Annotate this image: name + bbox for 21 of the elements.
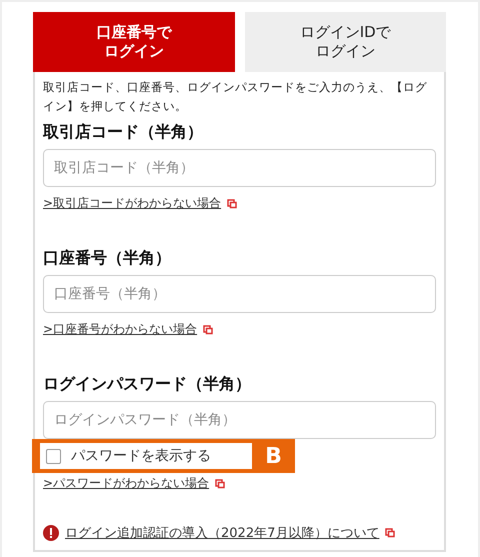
field-label: 取引店コード（半角）: [43, 122, 204, 143]
instruction-text: 取引店コード、口座番号、ログインパスワードをご入力のうえ、【ログイン】を押してください。: [43, 79, 428, 115]
field-label: ログインパスワード（半角）: [43, 374, 252, 395]
show-password-checkbox[interactable]: パスワードを表示する: [40, 443, 252, 469]
warning-icon: [43, 525, 59, 541]
notice-link[interactable]: ログイン追加認証の導入（2022年7月以降）について: [65, 524, 380, 542]
checkbox-icon[interactable]: [46, 448, 61, 464]
external-window-icon: [215, 478, 226, 488]
callout-label: B: [264, 443, 283, 469]
input-field[interactable]: 口座番号（半角）: [43, 275, 436, 313]
help-link[interactable]: >口座番号がわからない場合: [43, 321, 198, 338]
login-tab[interactable]: 口座番号で ログイン: [33, 12, 234, 72]
help-link[interactable]: >パスワードがわからない場合: [43, 475, 210, 492]
field-label: 口座番号（半角）: [43, 248, 172, 269]
external-window-icon: [227, 198, 238, 208]
input-field[interactable]: 取引店コード（半角）: [43, 149, 436, 187]
input-field[interactable]: ログインパスワード（半角）: [43, 401, 436, 439]
external-window-icon: [385, 528, 396, 538]
login-tab[interactable]: ログインIDで ログイン: [244, 12, 446, 72]
external-window-icon: [203, 324, 214, 334]
help-link[interactable]: >取引店コードがわからない場合: [43, 195, 222, 212]
